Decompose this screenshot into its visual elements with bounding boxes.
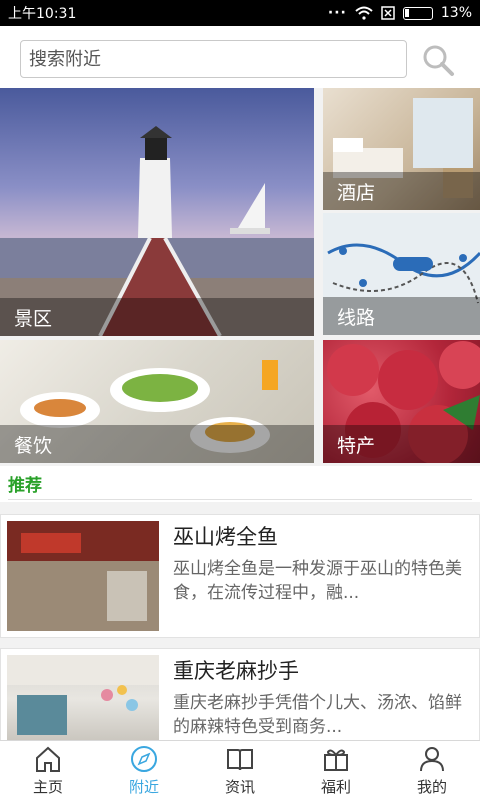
tile-label: 酒店 — [323, 172, 480, 210]
list-item-title: 重庆老麻抄手 — [173, 659, 299, 683]
recommend-header: 推荐 — [0, 466, 480, 502]
book-icon — [227, 749, 253, 771]
tile-label: 特产 — [323, 425, 480, 463]
no-sim-icon — [381, 6, 395, 20]
more-dots-icon: ··· — [327, 5, 347, 21]
list-item-description: 重庆老麻抄手凭借个儿大、汤浓、馅鲜的麻辣特色受到商务... — [173, 693, 462, 737]
nav-label: 附近 — [128, 778, 159, 796]
tile-hotel[interactable]: 酒店 — [323, 88, 480, 210]
nav-item-mine[interactable]: 我的 — [384, 741, 480, 800]
nav-item-home[interactable]: 主页 — [0, 741, 96, 800]
nav-item-nearby[interactable]: 附近 — [96, 741, 192, 800]
nav-item-news[interactable]: 资讯 — [192, 741, 288, 800]
search-icon[interactable] — [420, 42, 456, 78]
tile-food[interactable]: 餐饮 — [0, 340, 314, 463]
list-item-description: 巫山烤全鱼是一种发源于巫山的特色美食，在流传过程中，融... — [173, 559, 462, 603]
tile-label: 景区 — [0, 298, 314, 336]
status-bar: 上午10:31 ··· 13% — [0, 0, 480, 26]
compass-icon — [131, 746, 157, 772]
section-divider — [8, 499, 472, 500]
battery-percent: 13% — [440, 5, 472, 21]
list-item-thumbnail — [7, 521, 159, 631]
battery-icon — [402, 6, 433, 20]
nav-label: 主页 — [32, 778, 63, 796]
nav-label: 资讯 — [224, 778, 255, 796]
nav-item-welfare[interactable]: 福利 — [288, 741, 384, 800]
gift-icon — [324, 749, 348, 771]
tile-specialty[interactable]: 特产 — [323, 340, 480, 463]
section-title: 推荐 — [8, 476, 42, 496]
list-item-title: 巫山烤全鱼 — [173, 525, 278, 549]
tile-route[interactable]: 线路 — [323, 213, 480, 335]
home-icon — [36, 746, 60, 772]
tile-label: 餐饮 — [0, 425, 314, 463]
status-icons: ··· 13% — [328, 5, 472, 21]
nav-label: 我的 — [416, 778, 447, 796]
nav-label: 福利 — [320, 778, 351, 796]
user-icon — [420, 747, 444, 772]
tile-scenic[interactable]: 景区 — [0, 88, 314, 336]
wifi-icon — [355, 6, 373, 20]
status-time: 上午10:31 — [8, 6, 77, 22]
list-item[interactable]: 巫山烤全鱼 巫山烤全鱼是一种发源于巫山的特色美食，在流传过程中，融... — [0, 514, 480, 638]
bottom-nav: 主页 附近 资讯 福利 我的 — [0, 740, 480, 800]
search-input[interactable] — [20, 40, 407, 78]
tile-label: 线路 — [323, 297, 480, 335]
search-bar — [0, 26, 480, 88]
